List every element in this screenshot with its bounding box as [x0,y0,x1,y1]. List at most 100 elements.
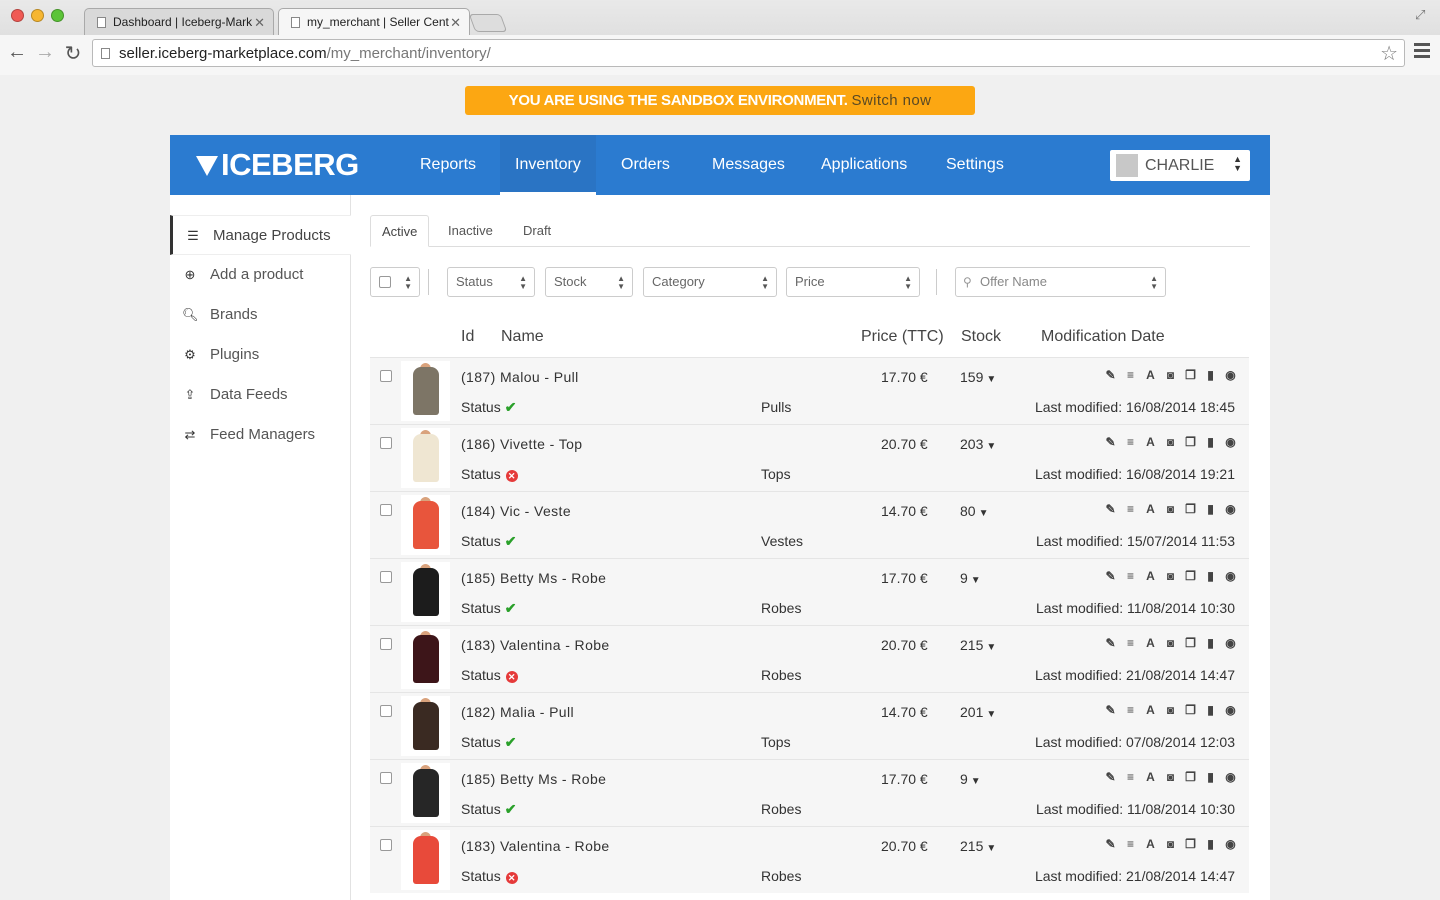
product-thumbnail[interactable] [401,696,450,756]
product-thumbnail[interactable] [401,361,450,421]
browser-tab-dashboard[interactable]: Dashboard | Iceberg-Mark ✕ [84,8,274,35]
product-thumbnail[interactable] [401,629,450,689]
product-thumbnail[interactable] [401,428,450,488]
browser-menu-icon[interactable] [1414,43,1430,61]
translate-icon[interactable]: A [1144,637,1157,650]
price-filter[interactable]: Price ▲ ▼ [786,267,920,297]
column-header-stock[interactable]: Stock [961,328,1001,346]
forward-arrow-icon[interactable]: → [34,41,56,64]
product-name[interactable]: (185) Betty Ms - Robe [461,771,606,787]
column-header-modified[interactable]: Modification Date [1041,328,1165,346]
nav-inventory[interactable]: Inventory [500,135,596,195]
translate-icon[interactable]: A [1144,369,1157,382]
nav-settings[interactable]: Settings [931,135,1019,195]
product-stock[interactable]: 9 ▼ [960,570,981,586]
back-arrow-icon[interactable]: ← [6,41,28,64]
product-stock[interactable]: 9 ▼ [960,771,981,787]
row-checkbox[interactable] [380,504,392,516]
table-row[interactable]: (186) Vivette - Top Status ✕ Tops 20.70 € 203… [370,424,1249,491]
product-name[interactable]: (186) Vivette - Top [461,436,582,452]
bookmark-star-icon[interactable]: ☆ [1380,41,1398,66]
edit-icon[interactable]: ✎ [1104,436,1117,449]
trash-icon[interactable]: ▮ [1204,838,1217,851]
close-tab-icon[interactable]: ✕ [254,9,265,35]
close-tab-icon[interactable]: ✕ [450,9,461,36]
camera-icon[interactable]: ◙ [1164,838,1177,851]
list-icon[interactable]: ≡ [1124,436,1137,449]
edit-icon[interactable]: ✎ [1104,838,1117,851]
eye-icon[interactable]: ◉ [1224,436,1237,449]
camera-icon[interactable]: ◙ [1164,637,1177,650]
trash-icon[interactable]: ▮ [1204,369,1217,382]
trash-icon[interactable]: ▮ [1204,503,1217,516]
list-icon[interactable]: ≡ [1124,503,1137,516]
status-filter[interactable]: Status ▲ ▼ [447,267,535,297]
select-all-checkbox[interactable] [379,276,391,288]
camera-icon[interactable]: ◙ [1164,570,1177,583]
eye-icon[interactable]: ◉ [1224,570,1237,583]
sidebar-item-feed-managers[interactable]: ⇄ Feed Managers [170,415,351,455]
offer-name-search[interactable]: ⚲ Offer Name ▲ ▼ [955,267,1166,297]
column-header-price[interactable]: Price (TTC) [861,328,944,346]
reload-icon[interactable]: ↻ [62,41,84,66]
list-icon[interactable]: ≡ [1124,838,1137,851]
trash-icon[interactable]: ▮ [1204,771,1217,784]
list-icon[interactable]: ≡ [1124,637,1137,650]
row-checkbox[interactable] [380,571,392,583]
row-checkbox[interactable] [380,705,392,717]
tab-active[interactable]: Active [370,215,430,247]
product-thumbnail[interactable] [401,763,450,823]
new-tab-button[interactable] [468,14,508,32]
sidebar-item-plugins[interactable]: ⚙ Plugins [170,335,351,375]
copy-icon[interactable]: ❐ [1184,369,1197,382]
product-name[interactable]: (184) Vic - Veste [461,503,571,519]
edit-icon[interactable]: ✎ [1104,637,1117,650]
user-select[interactable]: CHARLIE ▲ ▼ [1110,150,1250,181]
camera-icon[interactable]: ◙ [1164,369,1177,382]
table-row[interactable]: (183) Valentina - Robe Status ✕ Robes 20.70 … [370,826,1249,893]
list-icon[interactable]: ≡ [1124,704,1137,717]
sidebar-item-brands[interactable]: 🔍︎ Brands [170,295,351,335]
list-icon[interactable]: ≡ [1124,369,1137,382]
edit-icon[interactable]: ✎ [1104,570,1117,583]
product-name[interactable]: (182) Malia - Pull [461,704,574,720]
translate-icon[interactable]: A [1144,570,1157,583]
sidebar-item-add-product[interactable]: ⊕ Add a product [170,255,351,295]
trash-icon[interactable]: ▮ [1204,637,1217,650]
product-stock[interactable]: 80 ▼ [960,503,988,519]
eye-icon[interactable]: ◉ [1224,704,1237,717]
category-filter[interactable]: Category ▲ ▼ [643,267,777,297]
table-row[interactable]: (182) Malia - Pull Status ✔ Tops 14.70 € 201 ▼… [370,692,1249,759]
product-stock[interactable]: 159 ▼ [960,369,996,385]
tab-inactive[interactable]: Inactive [437,215,504,247]
product-thumbnail[interactable] [401,830,450,890]
eye-icon[interactable]: ◉ [1224,838,1237,851]
column-header-id[interactable]: Id [461,328,474,346]
list-icon[interactable]: ≡ [1124,570,1137,583]
browser-tab-seller[interactable]: my_merchant | Seller Cent ✕ [278,8,470,36]
product-name[interactable]: (183) Valentina - Robe [461,838,610,854]
table-row[interactable]: (185) Betty Ms - Robe Status ✔ Robes 17.70 €… [370,558,1249,625]
sidebar-item-data-feeds[interactable]: ⇪ Data Feeds [170,375,351,415]
copy-icon[interactable]: ❐ [1184,838,1197,851]
column-header-name[interactable]: Name [501,328,544,346]
iceberg-logo[interactable]: ICEBERG [196,147,359,183]
row-checkbox[interactable] [380,437,392,449]
copy-icon[interactable]: ❐ [1184,436,1197,449]
product-name[interactable]: (183) Valentina - Robe [461,637,610,653]
row-checkbox[interactable] [380,638,392,650]
copy-icon[interactable]: ❐ [1184,771,1197,784]
nav-applications[interactable]: Applications [806,135,922,195]
product-stock[interactable]: 203 ▼ [960,436,996,452]
edit-icon[interactable]: ✎ [1104,369,1117,382]
row-checkbox[interactable] [380,839,392,851]
trash-icon[interactable]: ▮ [1204,704,1217,717]
product-stock[interactable]: 201 ▼ [960,704,996,720]
table-row[interactable]: (183) Valentina - Robe Status ✕ Robes 20.70 … [370,625,1249,692]
translate-icon[interactable]: A [1144,838,1157,851]
close-window-button[interactable] [11,9,24,22]
maximize-window-button[interactable] [51,9,64,22]
product-stock[interactable]: 215 ▼ [960,838,996,854]
product-thumbnail[interactable] [401,562,450,622]
product-name[interactable]: (187) Malou - Pull [461,369,579,385]
